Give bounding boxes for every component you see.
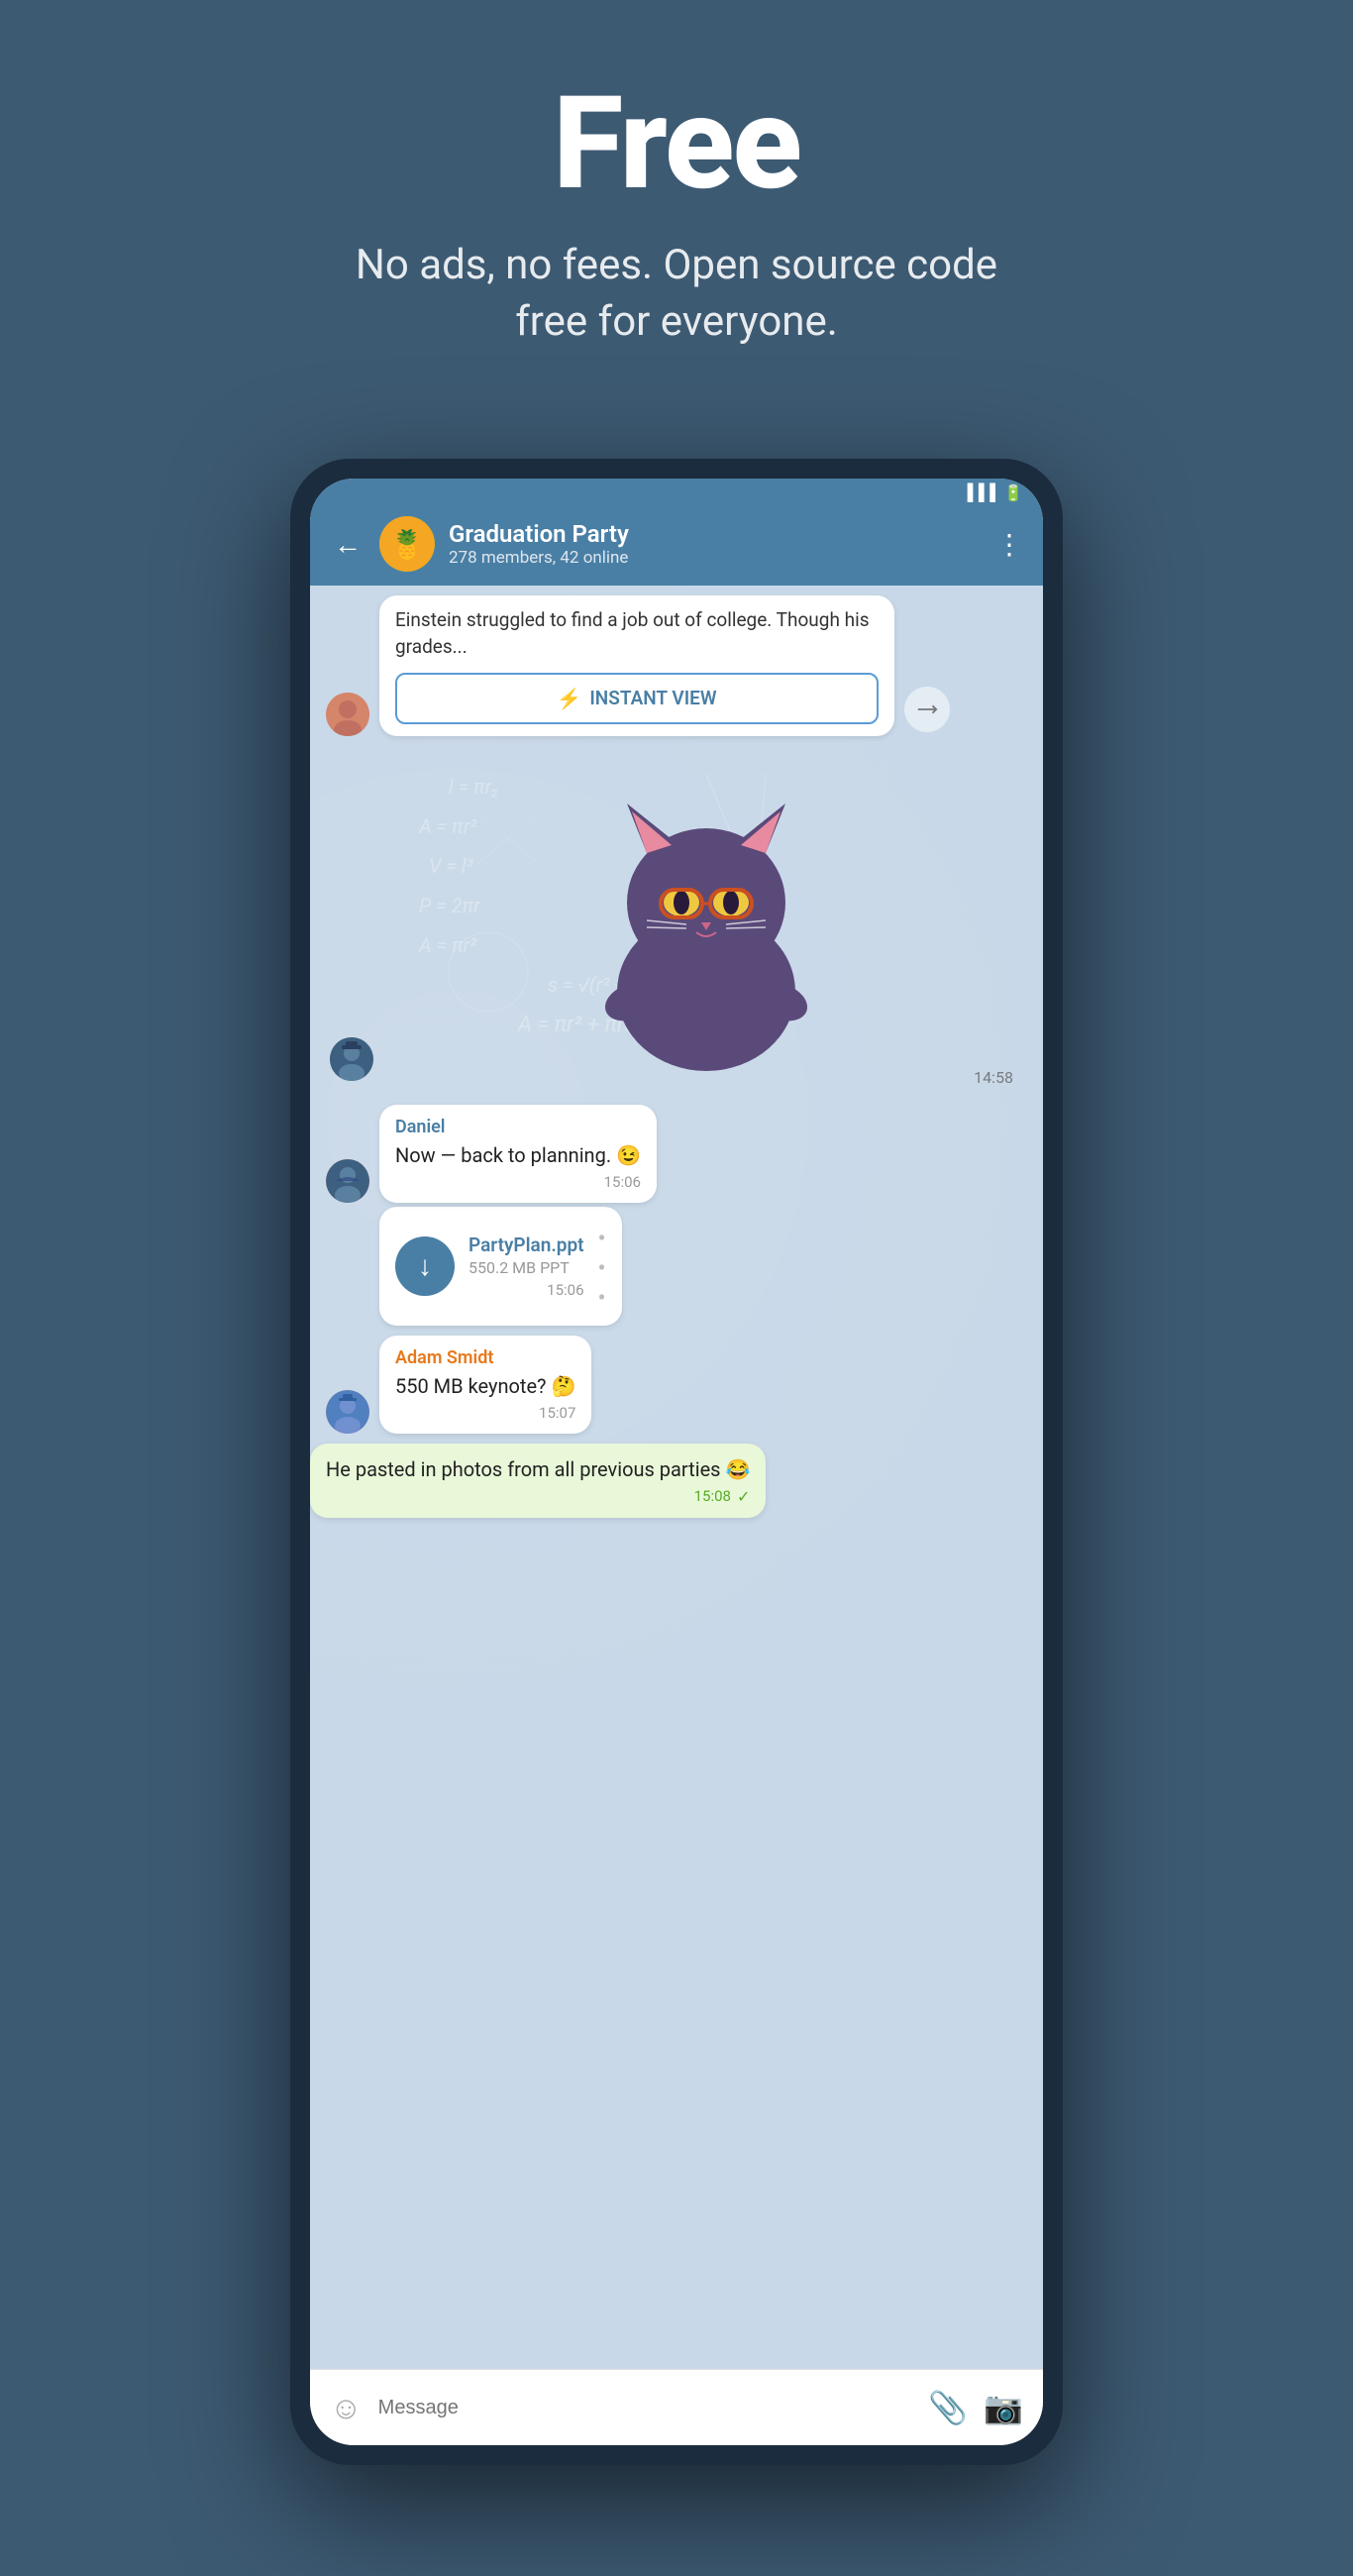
signal-icon: ▐▐▐ xyxy=(962,483,995,502)
download-button[interactable]: ↓ xyxy=(395,1236,455,1296)
file-info: PartyPlan.ppt 550.2 MB PPT 15:06 xyxy=(468,1234,584,1299)
message-row-file: ↓ PartyPlan.ppt 550.2 MB PPT 15:06 ••• xyxy=(379,1207,1027,1326)
file-name: PartyPlan.ppt xyxy=(468,1234,584,1256)
svg-text:P = 2πr: P = 2πr xyxy=(419,894,481,917)
file-time: 15:06 xyxy=(547,1281,583,1299)
battery-icon: 🔋 xyxy=(1003,483,1023,502)
avatar-adam xyxy=(326,1390,369,1434)
daniel-bubble: Daniel Now — back to planning. 😉 15:06 xyxy=(379,1105,657,1203)
emoji-button[interactable]: ☺ xyxy=(330,2389,363,2426)
lightning-icon: ⚡ xyxy=(557,687,581,710)
instant-view-button[interactable]: ⚡ INSTANT VIEW xyxy=(395,673,879,724)
phone-outer: ▐▐▐ 🔋 ← 🍍 Graduation Party 278 members, … xyxy=(290,459,1063,2465)
chat-header: ← 🍍 Graduation Party 278 members, 42 onl… xyxy=(310,506,1043,586)
adam-sender-name: Adam Smidt xyxy=(395,1347,575,1368)
chat-area: Einstein struggled to find a job out of … xyxy=(310,586,1043,2369)
article-bubble: Einstein struggled to find a job out of … xyxy=(379,595,894,735)
article-message-row: Einstein struggled to find a job out of … xyxy=(326,595,1027,735)
hero-section: Free No ads, no fees. Open source code f… xyxy=(0,0,1353,409)
message-row-daniel: Daniel Now — back to planning. 😉 15:06 xyxy=(326,1105,1027,1203)
sticker-sender-avatar xyxy=(330,1037,373,1081)
message-input[interactable] xyxy=(378,2384,913,2431)
attach-button[interactable]: 📎 xyxy=(928,2389,968,2426)
svg-text:🍍: 🍍 xyxy=(390,528,425,561)
more-options-icon[interactable]: ⋮ xyxy=(995,528,1023,561)
daniel-message-time: 15:06 xyxy=(604,1173,641,1191)
hero-title: Free xyxy=(553,79,800,208)
hero-subtitle: No ads, no fees. Open source code free f… xyxy=(330,238,1023,350)
instant-view-label: INSTANT VIEW xyxy=(589,687,716,709)
sent-message-meta: 15:08 ✓ xyxy=(326,1487,750,1506)
adam-bubble: Adam Smidt 550 MB keynote? 🤔 15:07 xyxy=(379,1336,591,1434)
sticker-time: 14:58 xyxy=(974,1068,1013,1087)
svg-text:V = l³: V = l³ xyxy=(429,854,474,878)
sent-message-text: He pasted in photos from all previous pa… xyxy=(326,1455,750,1483)
group-info: Graduation Party 278 members, 42 online xyxy=(449,520,982,568)
phone-inner: ▐▐▐ 🔋 ← 🍍 Graduation Party 278 members, … xyxy=(310,479,1043,2445)
group-members: 278 members, 42 online xyxy=(449,548,982,568)
adam-message-meta: 15:07 xyxy=(395,1404,575,1422)
math-background: l = πr₂ A = πr² V = l³ P = 2πr A = πr² s… xyxy=(389,744,1023,1101)
svg-text:A = πr²: A = πr² xyxy=(418,814,477,838)
message-row-sent: He pasted in photos from all previous pa… xyxy=(310,1444,1027,1518)
adam-message-time: 15:07 xyxy=(539,1404,575,1422)
camera-button[interactable]: 📷 xyxy=(984,2389,1023,2426)
daniel-sender-name: Daniel xyxy=(395,1117,641,1137)
article-text: Einstein struggled to find a job out of … xyxy=(395,607,879,660)
sent-message-time: 15:08 xyxy=(694,1487,731,1505)
message-row-adam: Adam Smidt 550 MB keynote? 🤔 15:07 xyxy=(326,1336,1027,1434)
forward-button[interactable] xyxy=(904,687,950,732)
status-bar: ▐▐▐ 🔋 xyxy=(310,479,1043,506)
svg-text:l = πr₂: l = πr₂ xyxy=(449,775,499,799)
user-avatar-female xyxy=(326,693,369,736)
back-button[interactable]: ← xyxy=(330,524,365,565)
file-message-meta: 15:06 xyxy=(468,1281,584,1299)
checkmark-icon: ✓ xyxy=(737,1487,750,1506)
avatar-daniel xyxy=(326,1159,369,1203)
phone-mockup: ▐▐▐ 🔋 ← 🍍 Graduation Party 278 members, … xyxy=(290,459,1063,2465)
input-bar: ☺ 📎 📷 xyxy=(310,2369,1043,2445)
status-bar-right: ▐▐▐ 🔋 xyxy=(962,483,1023,502)
sticker-area: l = πr₂ A = πr² V = l³ P = 2πr A = πr² s… xyxy=(310,744,1043,1101)
adam-message-text: 550 MB keynote? 🤔 xyxy=(395,1372,575,1400)
group-avatar: 🍍 xyxy=(379,516,435,572)
file-bubble: ↓ PartyPlan.ppt 550.2 MB PPT 15:06 ••• xyxy=(379,1207,622,1326)
daniel-message-text: Now — back to planning. 😉 xyxy=(395,1141,641,1169)
file-size: 550.2 MB PPT xyxy=(468,1258,584,1277)
group-name: Graduation Party xyxy=(449,520,982,548)
sent-bubble: He pasted in photos from all previous pa… xyxy=(310,1444,766,1518)
daniel-message-meta: 15:06 xyxy=(395,1173,641,1191)
avatar-placeholder xyxy=(326,693,369,736)
file-more-icon[interactable]: ••• xyxy=(598,1225,606,1312)
